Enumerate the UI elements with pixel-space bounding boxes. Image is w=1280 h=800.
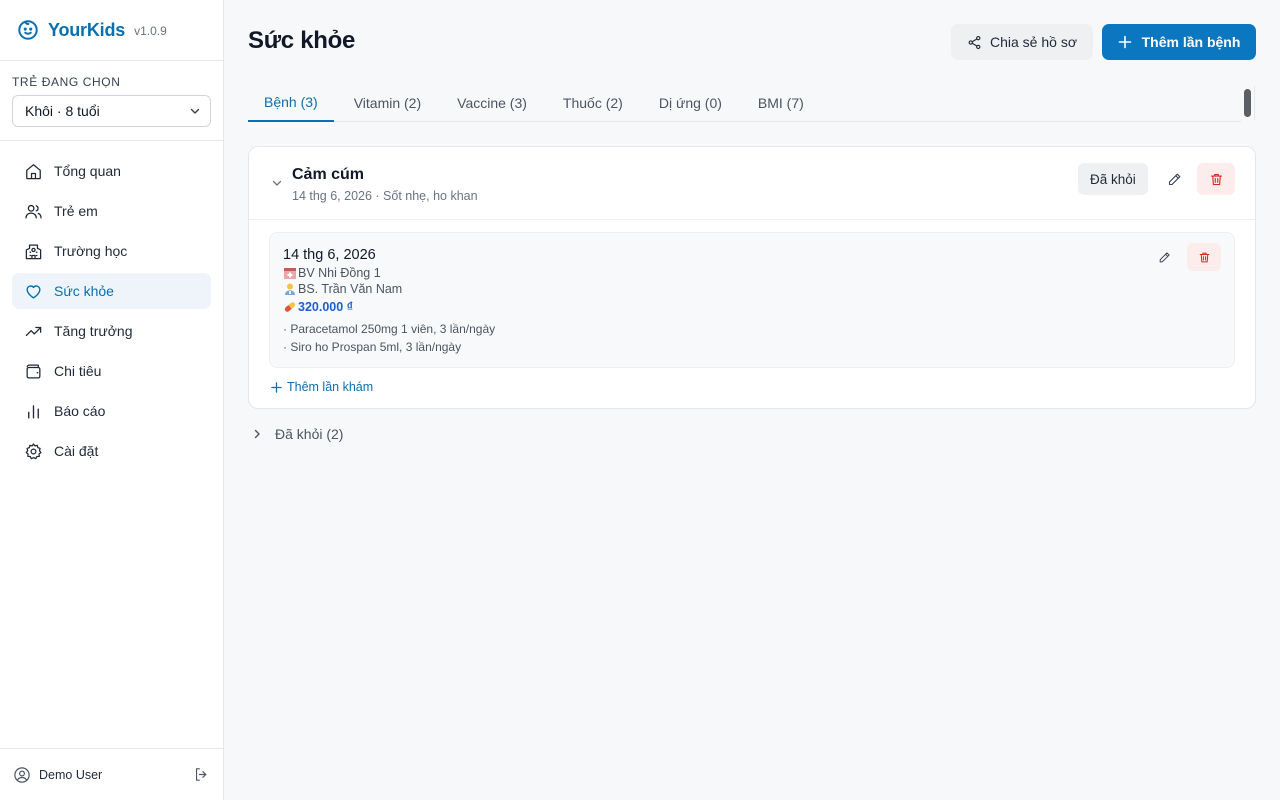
trash-icon	[1199, 252, 1209, 262]
illness-card: Cảm cúm 14 thg 6, 2026 · Sốt nhẹ, ho kha…	[248, 146, 1256, 409]
add-illness-label: Thêm lần bệnh	[1141, 34, 1241, 50]
app-name: YourKids	[48, 19, 126, 40]
share-profile-button[interactable]: Chia sẻ hồ sơ	[951, 24, 1094, 60]
sidebar-item-tang-truong[interactable]: Tăng trưởng	[12, 313, 211, 349]
sidebar-nav: Tổng quan Trẻ em Trường học Sức khỏe Tăn…	[0, 141, 223, 469]
tab-bmi[interactable]: BMI (7)	[742, 84, 820, 122]
sidebar-item-truong-hoc[interactable]: Trường học	[12, 233, 211, 269]
bar-chart-icon	[28, 404, 39, 419]
school-icon	[25, 244, 42, 259]
add-visit-label: Thêm lần khám	[287, 380, 374, 394]
chevron-right-icon	[254, 429, 260, 439]
chevron-down-icon	[190, 108, 200, 114]
visit-record: 14 thg 6, 2026 BV Nhi Đồng 1 BS. Trần Vă…	[269, 232, 1235, 368]
visit-hospital: BV Nhi Đồng 1	[283, 266, 381, 280]
sidebar-item-cai-dat[interactable]: Cài đặt	[12, 433, 211, 469]
sidebar-item-label: Sức khỏe	[54, 283, 114, 299]
hospital-icon	[284, 268, 296, 279]
sidebar-item-tong-quan[interactable]: Tổng quan	[12, 153, 211, 189]
cost-value: 320.000 ₫	[298, 300, 354, 314]
doctor-name: BS. Trần Văn Nam	[298, 282, 403, 296]
sidebar-item-chi-tieu[interactable]: Chi tiêu	[12, 353, 211, 389]
chevron-down-icon[interactable]	[271, 177, 283, 189]
doctor-icon	[285, 283, 295, 295]
illness-subtitle: 14 thg 6, 2026 · Sốt nhẹ, ho khan	[292, 189, 478, 203]
add-visit-link[interactable]: Thêm lần khám	[271, 380, 373, 394]
trending-up-icon	[25, 326, 42, 336]
smiley-logo-icon	[18, 20, 38, 40]
child-select-value: Khôi · 8 tuổi	[25, 103, 100, 119]
brand: YourKids v1.0.9	[0, 0, 223, 61]
plus-icon	[1118, 35, 1131, 49]
app-version: v1.0.9	[134, 24, 167, 38]
home-icon	[26, 163, 41, 179]
edit-visit-button[interactable]	[1147, 243, 1181, 271]
child-selector-section: TRẺ ĐANG CHỌN Khôi · 8 tuổi	[0, 61, 223, 141]
visit-doctor: BS. Trần Văn Nam	[283, 282, 402, 296]
sidebar-item-suc-khoe[interactable]: Sức khỏe	[12, 273, 211, 309]
logout-icon[interactable]	[193, 766, 210, 783]
medicine-item: · Paracetamol 250mg 1 viên, 3 lần/ngày	[283, 322, 496, 336]
add-illness-button[interactable]: Thêm lần bệnh	[1102, 24, 1256, 60]
heart-icon	[26, 284, 41, 299]
tab-benh[interactable]: Bệnh (3)	[248, 84, 334, 122]
sidebar-item-label: Trường học	[54, 243, 128, 259]
tab-vitamin[interactable]: Vitamin (2)	[338, 84, 437, 122]
sidebar-item-bao-cao[interactable]: Báo cáo	[12, 393, 211, 429]
sidebar-item-label: Chi tiêu	[54, 363, 102, 379]
pill-icon	[284, 302, 296, 312]
pencil-icon	[1168, 173, 1180, 185]
visit-date: 14 thg 6, 2026	[283, 247, 376, 263]
tab-vaccine[interactable]: Vaccine (3)	[441, 84, 543, 122]
illness-card-header[interactable]: Cảm cúm 14 thg 6, 2026 · Sốt nhẹ, ho kha…	[249, 147, 1255, 220]
hospital-name: BV Nhi Đồng 1	[298, 266, 381, 280]
pencil-icon	[1159, 251, 1170, 262]
share-icon	[968, 35, 981, 49]
tab-thuoc[interactable]: Thuốc (2)	[547, 84, 639, 122]
main-content: Sức khỏe Chia sẻ hồ sơ Thêm lần bệnh Bện…	[224, 0, 1280, 800]
user-avatar-icon	[14, 766, 30, 783]
sidebar-item-tre-em[interactable]: Trẻ em	[12, 193, 211, 229]
child-selector-label: TRẺ ĐANG CHỌN	[12, 75, 121, 89]
users-icon	[25, 204, 42, 218]
edit-illness-button[interactable]	[1156, 163, 1192, 195]
healed-group-toggle[interactable]: Đã khỏi (2)	[251, 426, 343, 442]
gear-icon	[25, 442, 42, 459]
visit-cost: 320.000 ₫	[283, 300, 353, 314]
sidebar-item-label: Cài đặt	[54, 443, 99, 459]
tabs-scrollbar[interactable]	[1244, 89, 1251, 117]
delete-illness-button[interactable]	[1197, 163, 1235, 195]
trash-icon	[1210, 173, 1222, 185]
mark-healed-button[interactable]: Đã khỏi	[1078, 163, 1148, 195]
plus-icon	[271, 381, 282, 393]
medicine-item: · Siro ho Prospan 5ml, 3 lần/ngày	[283, 340, 462, 354]
health-tabs: Bệnh (3) Vitamin (2) Vaccine (3) Thuốc (…	[248, 84, 1241, 122]
sidebar-item-label: Trẻ em	[54, 203, 98, 219]
delete-visit-button[interactable]	[1187, 243, 1221, 271]
user-name: Demo User	[39, 767, 103, 782]
healed-group-label: Đã khỏi (2)	[275, 426, 344, 442]
tab-di-ung[interactable]: Dị ứng (0)	[643, 84, 738, 122]
wallet-icon	[26, 364, 41, 378]
share-profile-label: Chia sẻ hồ sơ	[990, 34, 1078, 50]
illness-title: Cảm cúm	[292, 166, 365, 183]
sidebar-item-label: Báo cáo	[54, 403, 106, 419]
sidebar-item-label: Tăng trưởng	[54, 323, 133, 339]
sidebar: YourKids v1.0.9 TRẺ ĐANG CHỌN Khôi · 8 t…	[0, 0, 224, 800]
user-bar: Demo User	[0, 748, 223, 800]
child-select[interactable]: Khôi · 8 tuổi	[12, 95, 211, 127]
page-title: Sức khỏe	[248, 27, 356, 54]
sidebar-item-label: Tổng quan	[54, 163, 121, 179]
